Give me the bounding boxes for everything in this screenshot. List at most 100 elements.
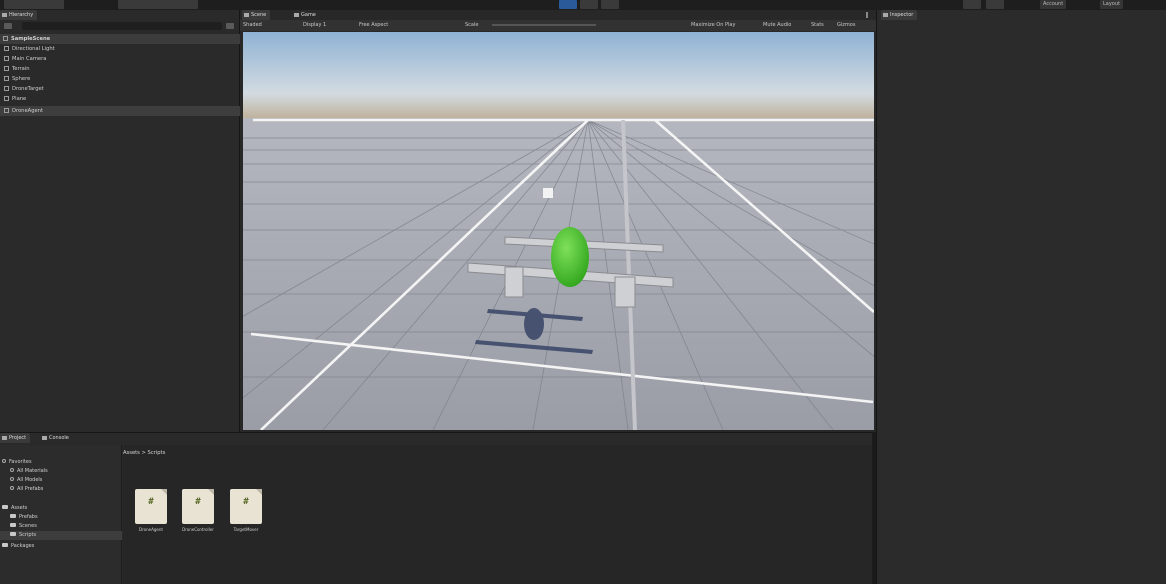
inspector-panel: Inspector — [876, 10, 1166, 584]
favorite-item[interactable]: All Prefabs — [0, 485, 122, 494]
scene-view-panel: Scene Game Shaded Display 1 Free Aspect … — [240, 10, 876, 432]
display-dropdown[interactable]: Display 1 — [300, 21, 329, 30]
pivot-toggle[interactable] — [118, 0, 198, 9]
account-dropdown[interactable]: Account — [1040, 0, 1067, 9]
search-icon — [10, 468, 14, 472]
favorites-header[interactable]: Favorites — [0, 458, 122, 467]
script-glyph: # — [195, 497, 201, 507]
script-asset[interactable]: # DroneController — [179, 477, 217, 537]
search-icon — [10, 486, 14, 490]
tree-item-label: DroneTarget — [12, 86, 44, 92]
tree-item-drone-agent[interactable]: DroneAgent — [0, 106, 240, 116]
favorite-item[interactable]: All Materials — [0, 467, 122, 476]
list-icon — [2, 13, 7, 17]
favorite-label: All Materials — [17, 468, 48, 474]
asset-name: DroneController — [182, 527, 214, 532]
console-tab-label: Console — [49, 435, 69, 441]
search-icon — [10, 477, 14, 481]
tab-game[interactable]: Game — [292, 10, 320, 20]
asset-folder-scenes[interactable]: Scenes — [0, 522, 122, 531]
main-toolbar: Account Layout — [0, 0, 1166, 10]
scale-label: Scale — [465, 22, 479, 28]
shading-mode-dropdown[interactable]: Shaded — [240, 21, 265, 30]
tree-item-drone-target[interactable]: DroneTarget — [0, 84, 240, 94]
asset-folder-scripts[interactable]: Scripts — [0, 531, 122, 540]
tab-scene[interactable]: Scene — [242, 10, 271, 20]
gizmos-dropdown[interactable]: Gizmos — [834, 21, 858, 30]
layout-dropdown[interactable]: Layout — [1100, 0, 1123, 9]
scale-slider[interactable] — [492, 24, 596, 26]
favorites-label: Favorites — [9, 459, 32, 465]
hierarchy-search-input[interactable] — [22, 22, 222, 30]
transform-tools[interactable] — [4, 0, 64, 9]
packages-header[interactable]: Packages — [0, 542, 122, 551]
panel-menu-icon[interactable] — [866, 12, 868, 18]
gameobject-icon — [4, 76, 9, 81]
folder-icon — [10, 514, 16, 518]
favorite-label: All Models — [17, 477, 43, 483]
tree-item-main-camera[interactable]: Main Camera — [0, 54, 240, 64]
gameobject-icon — [4, 108, 9, 113]
project-panel: Project Console Favorites All Materials … — [0, 432, 872, 584]
info-icon — [883, 13, 888, 17]
favorite-label: All Prefabs — [17, 486, 44, 492]
csharp-script-icon: # — [135, 489, 167, 524]
assets-header[interactable]: Assets — [0, 504, 122, 513]
tree-item-terrain[interactable]: Terrain — [0, 64, 240, 74]
tree-item-directional-light[interactable]: Directional Light — [0, 44, 240, 54]
maximize-on-play-toggle[interactable]: Maximize On Play — [688, 21, 738, 30]
tab-inspector[interactable]: Inspector — [881, 10, 918, 20]
hierarchy-panel: Hierarchy SampleScene Directional Light … — [0, 10, 240, 432]
scene-root[interactable]: SampleScene — [0, 34, 240, 44]
pause-button[interactable] — [580, 0, 598, 9]
folder-label: Scenes — [19, 523, 37, 529]
game-tab-label: Game — [301, 12, 316, 18]
tree-item-label: Main Camera — [12, 56, 47, 62]
tree-item-plane[interactable]: Plane — [0, 94, 240, 104]
collab-icon[interactable] — [963, 0, 981, 9]
project-tree: Favorites All Materials All Models All P… — [0, 445, 122, 584]
inspector-tab-label: Inspector — [890, 12, 914, 18]
csharp-script-icon: # — [182, 489, 214, 524]
scene-tab-icon — [244, 13, 249, 17]
folder-label: Scripts — [19, 532, 37, 538]
asset-name: DroneAgent — [139, 527, 163, 532]
asset-folder-prefabs[interactable]: Prefabs — [0, 513, 122, 522]
tree-item-sphere[interactable]: Sphere — [0, 74, 240, 84]
breadcrumb: Assets > Scripts — [123, 450, 166, 456]
packages-label: Packages — [11, 543, 35, 549]
folder-icon — [2, 505, 8, 509]
tab-project[interactable]: Project — [0, 433, 31, 443]
folder-icon — [10, 523, 16, 527]
viewport-render — [243, 32, 874, 430]
tab-hierarchy[interactable]: Hierarchy — [0, 10, 38, 20]
tab-console[interactable]: Console — [40, 433, 73, 443]
scene-name: SampleScene — [11, 36, 51, 42]
gameobject-icon — [4, 86, 9, 91]
step-button[interactable] — [601, 0, 619, 9]
create-button[interactable] — [4, 23, 12, 29]
script-asset[interactable]: # TargetMover — [227, 477, 265, 537]
aspect-dropdown[interactable]: Free Aspect — [356, 21, 391, 30]
hierarchy-tab-label: Hierarchy — [9, 12, 34, 18]
gameobject-icon — [4, 66, 9, 71]
assets-label: Assets — [11, 505, 28, 511]
sky — [243, 32, 874, 120]
csharp-script-icon: # — [230, 489, 262, 524]
folder-icon — [2, 436, 7, 440]
play-button[interactable] — [559, 0, 577, 9]
mute-audio-toggle[interactable]: Mute Audio — [760, 21, 794, 30]
folder-icon — [2, 543, 8, 547]
gameobject-icon — [4, 96, 9, 101]
tree-item-label: Terrain — [12, 66, 30, 72]
favorite-item[interactable]: All Models — [0, 476, 122, 485]
scene-tab-label: Scene — [251, 12, 267, 18]
tree-item-label: Plane — [12, 96, 27, 102]
green-target — [551, 227, 589, 287]
script-asset[interactable]: # DroneAgent — [132, 477, 170, 537]
game-viewport[interactable] — [243, 32, 874, 430]
stats-toggle[interactable]: Stats — [808, 21, 827, 30]
cloud-icon[interactable] — [986, 0, 1004, 9]
game-tab-icon — [294, 13, 299, 17]
hierarchy-menu-icon[interactable] — [226, 23, 234, 29]
